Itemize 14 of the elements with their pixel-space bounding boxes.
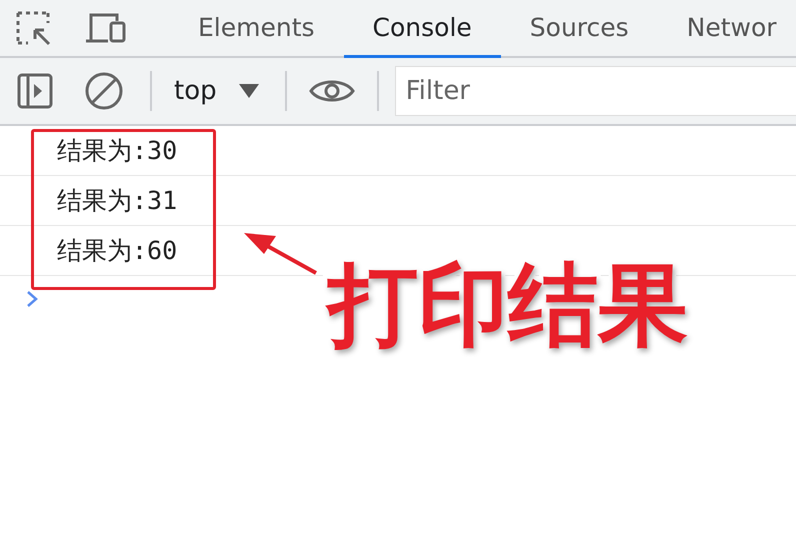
clear-icon[interactable] <box>85 72 123 110</box>
caret-icon <box>238 84 259 98</box>
panel-tab[interactable]: Elements <box>169 0 344 58</box>
device-icon[interactable] <box>85 12 127 44</box>
context-dropdown[interactable]: top <box>174 76 259 106</box>
log-message: 结果为:31 <box>57 185 178 217</box>
prompt-icon <box>26 290 38 308</box>
log-message: 结果为:30 <box>57 135 178 167</box>
panel-tab[interactable]: Networ <box>658 0 796 58</box>
panel-tab[interactable]: Sources <box>500 0 658 58</box>
log-message: 结果为:60 <box>57 235 178 267</box>
sidebar-icon[interactable] <box>17 73 53 109</box>
inspect-icon[interactable] <box>15 10 53 46</box>
filter-field[interactable]: Filter <box>394 66 796 116</box>
